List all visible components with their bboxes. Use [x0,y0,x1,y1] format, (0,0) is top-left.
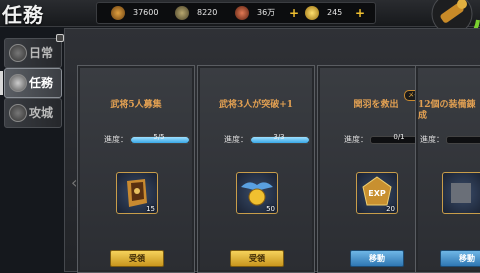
progress-bar [446,136,480,144]
sidebar-item-tasks[interactable]: 任務 [0,68,62,98]
task-card: 12個の装備錬成 進度： 移動 [415,65,480,273]
add-food-button[interactable]: + [289,7,299,19]
wood-icon [175,6,189,20]
siege-icon [9,104,27,122]
gear-icon [451,183,471,203]
sidebar-item-daily[interactable]: 日常 [4,34,64,68]
task-title: 関羽を救出 [353,100,399,110]
task-title: 武将5人募集 [110,100,162,110]
task-card: 武将3人が突破+1 進度： 3/3 50 受領 [197,65,315,273]
progress-label: 進度： [224,135,248,144]
task-title: 12個の装備錬成 [418,100,476,121]
resource-strip: 37600 8220 36万 + 245 + [96,2,376,24]
top-bar: 任務 37600 8220 36万 + 245 + [0,0,480,48]
progress-label: 進度： [104,135,128,144]
reward-slot[interactable] [442,172,480,214]
reward-count: 50 [266,205,275,213]
daily-icon [9,44,27,62]
food-icon [235,6,249,20]
task-card: 武将5人募集 進度： 5/5 15 受領 [77,65,195,273]
claim-button[interactable]: 受領 [110,250,164,267]
reward-slot[interactable]: 15 [116,172,158,214]
reward-count: 20 [386,205,395,213]
go-button[interactable]: 移動 [350,250,404,267]
claim-button[interactable]: 受領 [230,250,284,267]
progress-text: 3/3 [273,133,285,141]
reward-slot[interactable]: EXP 20 [356,172,398,214]
gold-ingot-icon [305,6,319,20]
svg-text:EXP: EXP [368,189,386,198]
progress-label: 進度： [344,135,368,144]
ore-icon [111,6,125,20]
task-title: 武将3人が突破+1 [218,100,294,110]
tasks-icon [9,74,27,92]
go-button[interactable]: 移動 [440,250,480,267]
page-title: 任務 [2,3,44,27]
sidebar-item-siege[interactable]: 攻城 [4,98,62,128]
lock-icon [56,34,64,42]
task-panel: ‹ › 武将5人募集 進度： 5/5 15 受領 武将3人が突破+1 進度： 3… [64,28,480,273]
add-gold-button[interactable]: + [355,7,365,19]
progress-label: 進度： [420,135,444,144]
reward-count: 15 [146,205,155,213]
reward-slot[interactable]: 50 [236,172,278,214]
progress-text: 5/5 [153,133,165,141]
